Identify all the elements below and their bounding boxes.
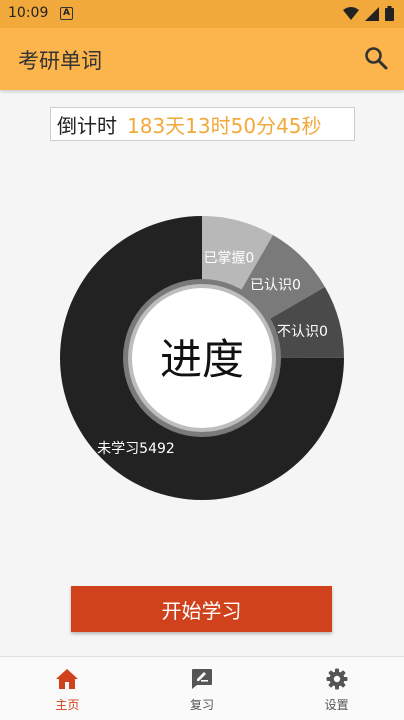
countdown-box: 倒计时 183天13时50分45秒 (50, 107, 355, 141)
app-bar: 考研单词 (0, 28, 404, 90)
nav-item-home[interactable]: 主页 (0, 657, 135, 720)
countdown-label: 倒计时 (57, 113, 117, 138)
battery-icon (385, 6, 394, 21)
nav-item-review[interactable]: 复习 (135, 657, 270, 720)
chart-label-unlearned: 未学习5492 (97, 441, 175, 457)
search-icon[interactable] (362, 44, 390, 72)
status-icons (343, 6, 394, 21)
review-icon (192, 669, 212, 689)
wifi-icon (343, 6, 359, 20)
status-time: 10:09 (8, 5, 49, 21)
home-icon (56, 669, 79, 689)
status-bar: 10:09 A (0, 0, 404, 28)
notification-a-icon: A (60, 7, 73, 20)
start-study-button[interactable]: 开始学习 (71, 586, 332, 632)
page-title: 考研单词 (18, 49, 102, 73)
chart-label-known: 已认识0 (250, 277, 301, 293)
nav-label-review: 复习 (190, 698, 215, 712)
settings-icon (326, 668, 348, 690)
nav-item-settings[interactable]: 设置 (269, 657, 404, 720)
chart-center-label: 进度 (160, 335, 244, 384)
nav-label-settings: 设置 (324, 698, 349, 712)
bottom-nav: 主页 复习 设置 (0, 656, 404, 720)
chart-label-mastered: 已掌握0 (203, 251, 254, 267)
nav-label-home: 主页 (55, 698, 80, 712)
progress-chart: 进度 已掌握0 已认识0 不认识0 未学习5492 (0, 200, 404, 520)
signal-icon (365, 6, 379, 21)
countdown-value: 183天13时50分45秒 (127, 113, 322, 138)
chart-label-unknown: 不认识0 (277, 324, 328, 340)
progress-chart-svg: 进度 已掌握0 已认识0 不认识0 未学习5492 (60, 216, 344, 500)
